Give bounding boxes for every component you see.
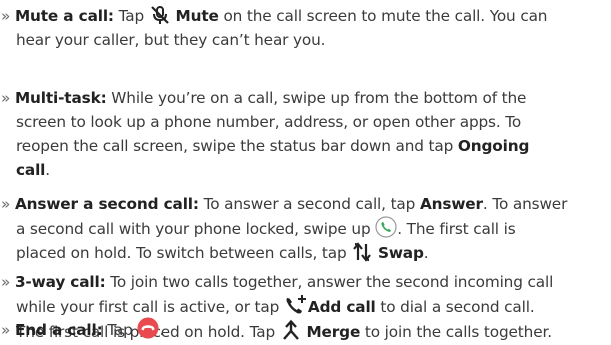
mute-label: Mute xyxy=(175,7,219,25)
item-text: on the call screen to mute the call. You… xyxy=(223,7,548,25)
bullet-marker: » xyxy=(1,273,11,291)
item-text: . The first call is xyxy=(397,220,516,238)
list-item-mute-call: » Mute a call: Tap Mute on the call scre… xyxy=(0,4,606,52)
end-call-icon xyxy=(137,317,159,339)
call-features-page: » Mute a call: Tap Mute on the call scre… xyxy=(0,0,611,345)
add-call-label: Add call xyxy=(307,298,376,316)
item-text: to dial a second call. xyxy=(380,298,535,316)
item-title: End a call: xyxy=(14,321,103,339)
add-call-icon xyxy=(284,294,308,316)
list-item-answer-second-call: » Answer a second call: To answer a seco… xyxy=(0,192,606,265)
bullet-marker: » xyxy=(1,89,11,107)
list-item-end-call: » End a call: Tap . xyxy=(0,317,606,342)
item-text: . xyxy=(423,244,429,262)
mic-off-icon xyxy=(149,5,171,25)
item-text: To answer a second call, tap xyxy=(203,195,416,213)
item-title: 3-way call: xyxy=(14,273,106,291)
ongoing-label-cont: call xyxy=(16,161,46,179)
item-text: a second call with your phone locked, sw… xyxy=(16,220,371,238)
item-text: placed on hold. To switch between calls,… xyxy=(16,244,347,262)
item-text: Tap xyxy=(107,321,133,339)
item-text: . To answer xyxy=(482,195,568,213)
answer-call-icon xyxy=(375,216,397,238)
bullet-marker: » xyxy=(1,321,11,339)
item-title: Answer a second call: xyxy=(14,195,199,213)
answer-label: Answer xyxy=(419,195,483,213)
list-item-multi-task: » Multi-task: While you’re on a call, sw… xyxy=(0,86,606,182)
item-text: To join two calls together, answer the s… xyxy=(110,273,554,291)
item-text: . xyxy=(45,161,50,179)
item-text: while your first call is active, or tap xyxy=(16,298,280,316)
item-text: screen to look up a phone number, addres… xyxy=(16,113,522,131)
item-text: . xyxy=(159,321,165,339)
bullet-marker: » xyxy=(1,195,11,213)
bullet-marker: » xyxy=(1,7,11,25)
item-text: hear your caller, but they can’t hear yo… xyxy=(16,31,326,49)
swap-icon xyxy=(351,242,373,262)
item-text: While you’re on a call, swipe up from th… xyxy=(111,89,527,107)
item-text: reopen the call screen, swipe the status… xyxy=(16,137,454,155)
swap-label: Swap xyxy=(377,244,424,262)
ongoing-label: Ongoing xyxy=(457,137,530,155)
item-title: Mute a call: xyxy=(14,7,114,25)
item-text: Tap xyxy=(118,7,145,25)
item-title: Multi-task: xyxy=(14,89,107,107)
